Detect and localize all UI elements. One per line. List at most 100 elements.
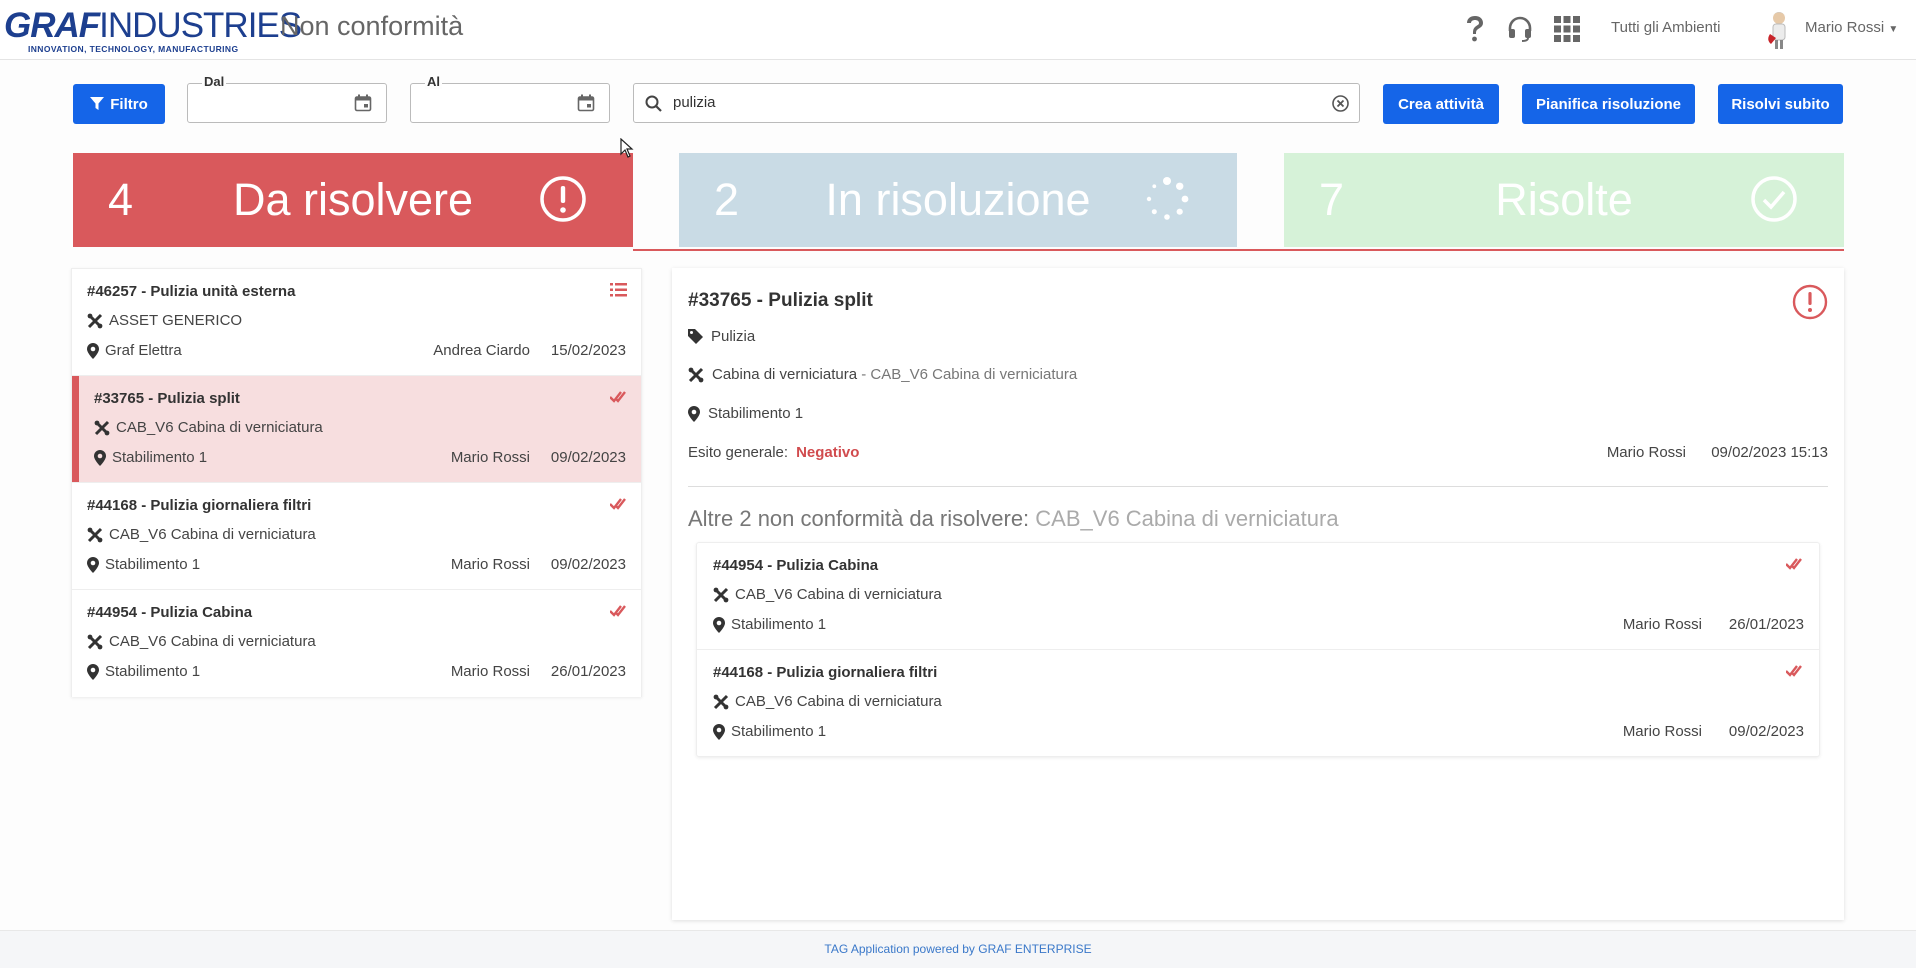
item-date: 09/02/2023 [550, 449, 626, 466]
tools-icon [87, 313, 103, 328]
tab-underline [633, 249, 1844, 251]
date-to-field[interactable]: Al [410, 75, 610, 123]
support-headset-icon[interactable] [1505, 14, 1535, 44]
related-item[interactable]: #44168 - Pulizia giornaliera filtri CAB_… [697, 650, 1819, 757]
related-date: 09/02/2023 [1728, 723, 1804, 740]
user-name: Mario Rossi [1805, 19, 1885, 36]
related-heading-text: Altre 2 non conformità da risolvere: [688, 506, 1030, 531]
item-asset: CAB_V6 Cabina di verniciatura [109, 526, 316, 543]
top-bar: GRAFINDUSTRIES INNOVATION, TECHNOLOGY, M… [0, 0, 1916, 60]
double-check-icon [610, 605, 626, 617]
related-list: #44954 - Pulizia Cabina CAB_V6 Cabina di… [696, 542, 1820, 757]
tools-icon [688, 367, 704, 382]
list-item[interactable]: #44954 - Pulizia Cabina CAB_V6 Cabina di… [72, 590, 641, 697]
search-input[interactable]: pulizia [633, 83, 1360, 123]
date-to-label: Al [425, 74, 442, 89]
item-title: #33765 - Pulizia split [94, 390, 240, 407]
item-location: Stabilimento 1 [112, 449, 208, 466]
tag-icon [688, 329, 703, 344]
item-location: Stabilimento 1 [105, 663, 201, 680]
environment-selector[interactable]: Tutti gli Ambienti [1611, 19, 1721, 36]
related-user: Mario Rossi [1622, 723, 1702, 740]
item-asset-row: ASSET GENERICO [87, 312, 242, 329]
date-from-label: Dal [202, 74, 227, 89]
tools-icon [94, 420, 110, 435]
related-asset-row: CAB_V6 Cabina di verniciatura [713, 693, 942, 710]
related-title: #44168 - Pulizia giornaliera filtri [713, 664, 938, 681]
item-location-row: Graf Elettra [87, 342, 182, 359]
detail-asset-row: Cabina di verniciatura - CAB_V6 Cabina d… [688, 366, 1077, 383]
item-asset-row: CAB_V6 Cabina di verniciatura [94, 419, 323, 436]
double-check-icon [1786, 665, 1802, 677]
related-location-row: Stabilimento 1 [713, 723, 826, 740]
list-item[interactable]: #44168 - Pulizia giornaliera filtri CAB_… [72, 483, 641, 590]
item-asset: CAB_V6 Cabina di verniciatura [116, 419, 323, 436]
item-date: 26/01/2023 [550, 663, 626, 680]
detail-tag-row: Pulizia [688, 328, 755, 345]
double-check-icon [1786, 558, 1802, 570]
tab-in-risoluzione[interactable]: 2 In risoluzione [679, 153, 1237, 247]
company-logo[interactable]: GRAFINDUSTRIES INNOVATION, TECHNOLOGY, M… [4, 6, 302, 56]
tools-icon [87, 527, 103, 542]
related-item[interactable]: #44954 - Pulizia Cabina CAB_V6 Cabina di… [697, 543, 1819, 650]
double-check-icon [610, 498, 626, 510]
date-from-field[interactable]: Dal [187, 75, 387, 123]
related-location: Stabilimento 1 [731, 616, 827, 633]
detail-asset-name: Cabina di verniciatura [712, 366, 858, 383]
list-item[interactable]: #46257 - Pulizia unità esterna ASSET GEN… [72, 269, 641, 376]
outcome-label: Esito generale: [688, 444, 789, 461]
logo-tagline: INNOVATION, TECHNOLOGY, MANUFACTURING [28, 44, 239, 54]
item-date: 15/02/2023 [550, 342, 626, 359]
map-marker-icon [713, 723, 725, 740]
map-marker-icon [94, 449, 106, 466]
calendar-icon[interactable] [577, 94, 595, 112]
help-icon[interactable] [1460, 14, 1490, 44]
alert-circle-icon [1792, 284, 1828, 320]
related-location: Stabilimento 1 [731, 723, 827, 740]
related-date: 26/01/2023 [1728, 616, 1804, 633]
detail-outcome-row: Esito generale: Negativo [688, 444, 859, 461]
clear-search-icon[interactable] [1332, 95, 1349, 112]
tab-da-risolvere[interactable]: 4 Da risolvere [73, 153, 633, 247]
outcome-value: Negativo [796, 444, 860, 461]
resolve-now-button[interactable]: Risolvi subito [1718, 84, 1843, 124]
logo-text: GRAFINDUSTRIES [4, 6, 302, 45]
item-asset-row: CAB_V6 Cabina di verniciatura [87, 633, 316, 650]
related-asset: CAB_V6 Cabina di verniciatura [735, 586, 942, 603]
footer: TAG Application powered by GRAF ENTERPRI… [0, 930, 1916, 968]
detail-location: Stabilimento 1 [708, 405, 804, 422]
filter-button[interactable]: Filtro [73, 84, 165, 124]
related-asset-row: CAB_V6 Cabina di verniciatura [713, 586, 942, 603]
calendar-icon[interactable] [354, 94, 372, 112]
item-location: Graf Elettra [105, 342, 182, 359]
detail-asset-code: - CAB_V6 Cabina di verniciatura [857, 366, 1078, 383]
divider [688, 486, 1828, 487]
detail-user: Mario Rossi [1606, 444, 1686, 461]
list-item-selected[interactable]: #33765 - Pulizia split CAB_V6 Cabina di … [72, 376, 641, 483]
item-location: Stabilimento 1 [105, 556, 201, 573]
related-asset: CAB_V6 Cabina di verniciatura [735, 693, 942, 710]
map-marker-icon [87, 556, 99, 573]
apps-grid-icon[interactable] [1552, 14, 1582, 44]
item-asset: ASSET GENERICO [109, 312, 243, 329]
create-activity-button[interactable]: Crea attività [1383, 84, 1499, 124]
detail-location-row: Stabilimento 1 [688, 405, 803, 422]
related-user: Mario Rossi [1622, 616, 1702, 633]
avatar[interactable] [1762, 8, 1796, 52]
item-date: 09/02/2023 [550, 556, 626, 573]
tools-icon [713, 694, 729, 709]
item-title: #44954 - Pulizia Cabina [87, 604, 253, 621]
tab-risolte[interactable]: 7 Risolte [1284, 153, 1844, 247]
filter-icon [90, 97, 105, 110]
plan-resolution-button[interactable]: Pianifica risoluzione [1522, 84, 1695, 124]
item-location-row: Stabilimento 1 [87, 556, 200, 573]
related-title: #44954 - Pulizia Cabina [713, 557, 879, 574]
caret-down-icon: ▼ [1888, 24, 1899, 35]
page-title: Non conformità [280, 11, 464, 41]
item-user: Mario Rossi [450, 556, 530, 573]
tools-icon [713, 587, 729, 602]
user-menu[interactable]: Mario Rossi ▼ [1805, 19, 1898, 36]
map-marker-icon [713, 616, 725, 633]
search-icon [645, 95, 662, 112]
tools-icon [87, 634, 103, 649]
